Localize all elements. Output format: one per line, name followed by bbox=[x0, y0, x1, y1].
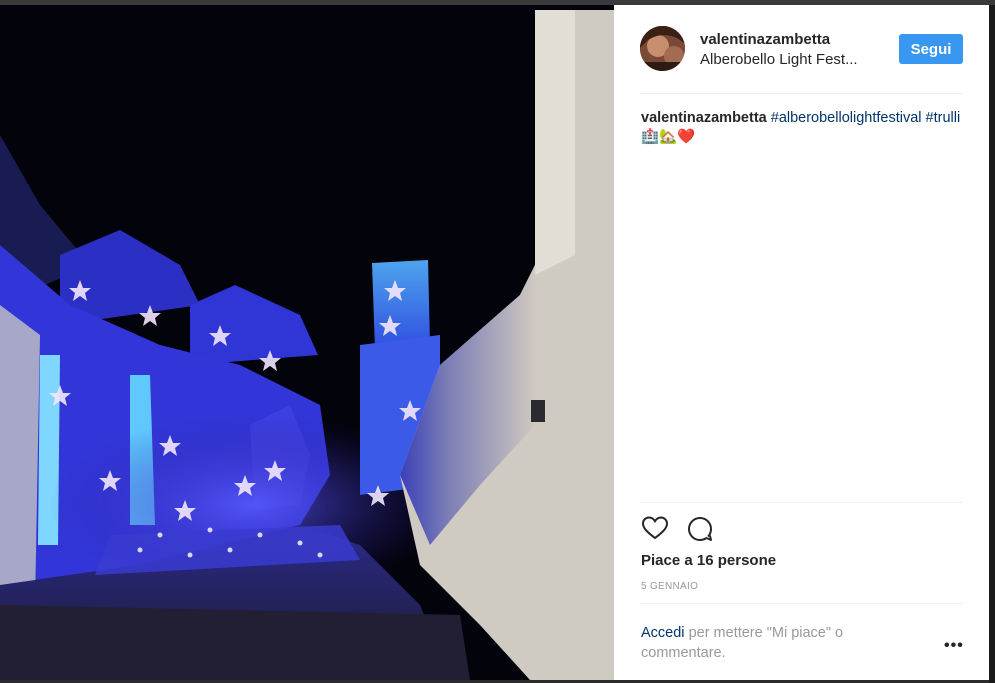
more-options-icon[interactable]: ••• bbox=[944, 637, 964, 655]
caption-emoji: 🏥🏡❤️ bbox=[641, 129, 696, 145]
divider bbox=[640, 502, 963, 503]
comment-icon[interactable] bbox=[685, 513, 715, 543]
avatar-image bbox=[640, 26, 685, 71]
login-link[interactable]: Accedi bbox=[641, 625, 685, 641]
post-actions bbox=[640, 513, 740, 543]
likes-count[interactable]: Piace a 16 persone bbox=[641, 552, 776, 569]
avatar[interactable] bbox=[640, 26, 685, 71]
heart-icon[interactable] bbox=[640, 513, 670, 543]
username[interactable]: valentinazambetta bbox=[700, 31, 830, 48]
post-side-panel: valentinazambetta Alberobello Light Fest… bbox=[614, 5, 989, 680]
divider bbox=[640, 603, 963, 604]
trulli-night-photo bbox=[0, 5, 614, 680]
post-photo[interactable] bbox=[0, 5, 614, 680]
hashtag-link[interactable]: #trulli bbox=[926, 110, 961, 126]
hashtag-link[interactable]: #alberobellolightfestival bbox=[771, 110, 922, 126]
divider bbox=[640, 93, 963, 94]
follow-button[interactable]: Segui bbox=[899, 34, 963, 64]
caption: valentinazambetta #alberobellolightfesti… bbox=[641, 109, 964, 147]
post-header: valentinazambetta Alberobello Light Fest… bbox=[614, 5, 989, 93]
caption-username[interactable]: valentinazambetta bbox=[641, 110, 767, 126]
login-prompt: Accedi per mettere "Mi piace" o commenta… bbox=[641, 623, 901, 663]
right-edge bbox=[989, 5, 995, 683]
post-date[interactable]: 5 GENNAIO bbox=[641, 581, 698, 592]
location-link[interactable]: Alberobello Light Fest... bbox=[700, 51, 858, 68]
